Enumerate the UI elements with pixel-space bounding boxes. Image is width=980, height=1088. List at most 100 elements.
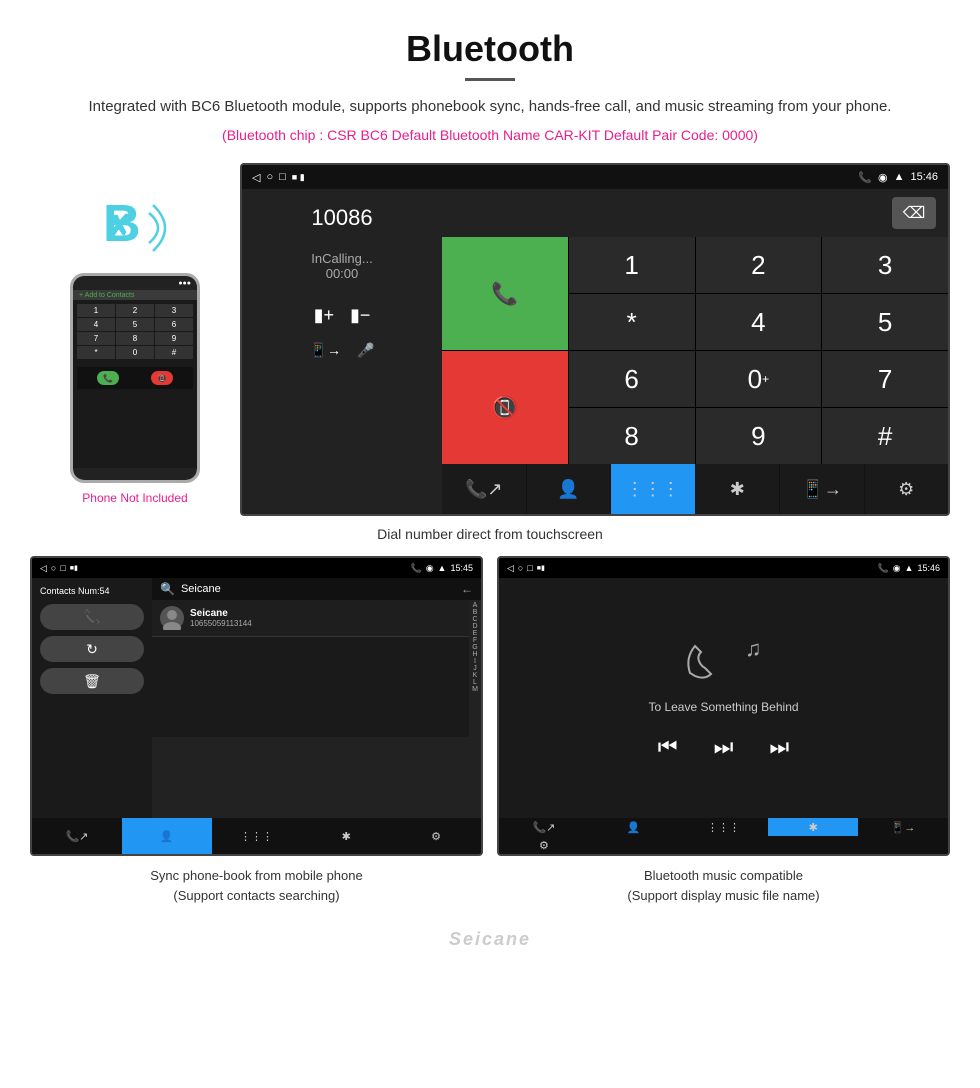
phone-end-button[interactable]: 📵: [151, 371, 173, 385]
mute-button[interactable]: 🎤: [357, 342, 374, 359]
bluetooth-signal-icon: ✗ B: [95, 193, 175, 263]
recents-icon: □: [279, 171, 286, 183]
music-time: 15:46: [917, 563, 940, 573]
music-wifi-icon: ▲: [905, 563, 914, 573]
svg-text:♫: ♫: [745, 636, 762, 661]
dial-tab-settings[interactable]: ⚙: [865, 464, 949, 514]
music-icon-area: ♫: [675, 628, 773, 688]
music-phone-svg: [675, 628, 735, 688]
numpad-4[interactable]: 4: [696, 294, 822, 350]
phone-status-icon: 📞: [858, 171, 872, 184]
contacts-main: 🔍 Seicane ← Seicane 10655059113144: [152, 578, 481, 818]
contacts-tab-settings[interactable]: ⚙: [391, 818, 481, 854]
numpad-star[interactable]: *: [569, 294, 695, 350]
phone-screen: 1 2 3 4 5 6 7 8 9 * 0 # 📞 📵: [73, 300, 197, 468]
contacts-status-bar: ◁ ○ □ ■▮ 📞 ◉ ▲ 15:45: [32, 558, 481, 578]
dial-calling-label: InCalling...: [311, 251, 372, 266]
bottom-screens: ◁ ○ □ ■▮ 📞 ◉ ▲ 15:45 Contacts Num:54 📞 ↻…: [0, 556, 980, 856]
music-prev-button[interactable]: ⏮: [658, 734, 678, 760]
contacts-sync-button[interactable]: ↻: [40, 636, 144, 662]
end-button[interactable]: 📵: [442, 351, 568, 464]
contacts-alpha-index: A B C D E F G H I J K L M: [469, 600, 481, 818]
location-icon: ◉: [878, 171, 888, 184]
phone-call-button[interactable]: 📞: [97, 371, 119, 385]
phone-side: ✗ B ●●● + Add to Contacts 1 2: [30, 163, 240, 505]
dial-display-row: ⌫: [442, 189, 948, 237]
music-note-svg: ♫: [743, 632, 773, 662]
seicane-logo: Seicane: [449, 929, 531, 949]
bottom-captions: Sync phone-book from mobile phone (Suppo…: [0, 866, 980, 905]
contacts-backspace[interactable]: ←: [461, 582, 473, 596]
numpad-9[interactable]: 9: [696, 408, 822, 464]
dial-left-panel: 10086 InCalling... 00:00 ▮+ ▮− 📱→ 🎤: [242, 189, 442, 514]
numpad-8[interactable]: 8: [569, 408, 695, 464]
header-divider: [465, 78, 515, 81]
call-icon: 📞: [491, 281, 518, 307]
numpad-3[interactable]: 3: [822, 237, 948, 293]
call-button[interactable]: 📞: [442, 237, 568, 350]
numpad-5[interactable]: 5: [822, 294, 948, 350]
home-icon: ○: [266, 171, 273, 183]
wifi-icon: ▲: [894, 171, 905, 183]
contacts-home-icon: ○: [51, 563, 56, 573]
dial-screen: ◁ ○ □ ■ ▮ 📞 ◉ ▲ 15:46 10086 InCalling...…: [240, 163, 950, 516]
contacts-delete-button[interactable]: 🗑: [40, 668, 144, 694]
music-caption: Bluetooth music compatible (Support disp…: [497, 866, 950, 905]
phone-app-bar: + Add to Contacts: [73, 290, 197, 300]
music-tab-calls[interactable]: 📞↗: [499, 818, 589, 836]
end-call-icon: 📵: [491, 395, 518, 421]
svg-text:B: B: [103, 195, 141, 253]
contacts-phone-icon: 📞: [410, 563, 421, 574]
music-tab-numpad[interactable]: ⋮⋮⋮: [679, 818, 769, 836]
music-play-button[interactable]: ⏭: [714, 734, 734, 760]
contacts-count: Contacts Num:54: [40, 586, 144, 596]
music-recents-icon: □: [527, 563, 532, 573]
dial-tab-numpad[interactable]: ⋮⋮⋮: [611, 464, 695, 514]
phone-mockup: ●●● + Add to Contacts 1 2 3 4 5 6 7 8 9 …: [70, 273, 200, 483]
contact-avatar: [160, 606, 184, 630]
numpad-7[interactable]: 7: [822, 351, 948, 407]
dial-backspace-button[interactable]: ⌫: [892, 197, 936, 229]
dial-tab-calls[interactable]: 📞↗: [442, 464, 526, 514]
numpad-2[interactable]: 2: [696, 237, 822, 293]
contacts-bottom-bar: 📞↗ 👤 ⋮⋮⋮ ✱ ⚙: [32, 818, 481, 854]
contacts-search-input[interactable]: Seicane: [181, 583, 455, 595]
music-tab-settings[interactable]: ⚙: [499, 836, 589, 854]
music-body: ♫ To Leave Something Behind ⏮ ⏭ ⏭: [499, 578, 948, 818]
header-specs: (Bluetooth chip : CSR BC6 Default Blueto…: [60, 127, 920, 143]
numpad-6[interactable]: 6: [569, 351, 695, 407]
music-media-icon: ■▮: [537, 564, 545, 572]
numpad-1[interactable]: 1: [569, 237, 695, 293]
contacts-tab-calls[interactable]: 📞↗: [32, 818, 122, 854]
contacts-call-button[interactable]: 📞: [40, 604, 144, 630]
dial-status-bar: ◁ ○ □ ■ ▮ 📞 ◉ ▲ 15:46: [242, 165, 948, 189]
volume-down-button[interactable]: ▮−: [350, 305, 370, 326]
music-back-icon: ◁: [507, 563, 514, 574]
bluetooth-svg: B: [95, 193, 175, 263]
contacts-tab-contacts[interactable]: 👤: [122, 818, 212, 854]
music-tab-transfer[interactable]: 📱→: [858, 818, 948, 836]
contacts-media-icon: ■▮: [70, 564, 78, 572]
dial-content: 10086 InCalling... 00:00 ▮+ ▮− 📱→ 🎤 ⌫: [242, 189, 948, 514]
dial-numpad-grid: 1 2 3 * 📞 4 5 6 0+ 📵 7 8 9: [442, 237, 948, 464]
contact-phone: 10655059113144: [190, 619, 252, 628]
contact-item-seicane[interactable]: Seicane 10655059113144: [152, 600, 469, 637]
contacts-tab-numpad[interactable]: ⋮⋮⋮: [212, 818, 302, 854]
contacts-sidebar: Contacts Num:54 📞 ↻ 🗑: [32, 578, 152, 818]
numpad-0plus[interactable]: 0+: [696, 351, 822, 407]
dial-tab-contacts[interactable]: 👤: [527, 464, 611, 514]
contacts-search-bar: 🔍 Seicane ←: [152, 578, 481, 600]
numpad-hash[interactable]: #: [822, 408, 948, 464]
music-tab-bluetooth[interactable]: ✱: [768, 818, 858, 836]
contact-name: Seicane: [190, 608, 252, 619]
music-tab-contacts[interactable]: 👤: [589, 818, 679, 836]
dial-tab-bluetooth[interactable]: ✱: [696, 464, 780, 514]
music-next-button[interactable]: ⏭: [769, 734, 789, 760]
dial-action-buttons: 📱→ 🎤: [310, 342, 375, 359]
transfer-button[interactable]: 📱→: [310, 342, 341, 359]
music-bottom-bar: 📞↗ 👤 ⋮⋮⋮ ✱ 📱→ ⚙: [499, 818, 948, 854]
volume-up-button[interactable]: ▮+: [314, 305, 334, 326]
dial-tab-transfer[interactable]: 📱→: [780, 464, 864, 514]
contacts-tab-bluetooth[interactable]: ✱: [301, 818, 391, 854]
dial-caption: Dial number direct from touchscreen: [0, 526, 980, 542]
